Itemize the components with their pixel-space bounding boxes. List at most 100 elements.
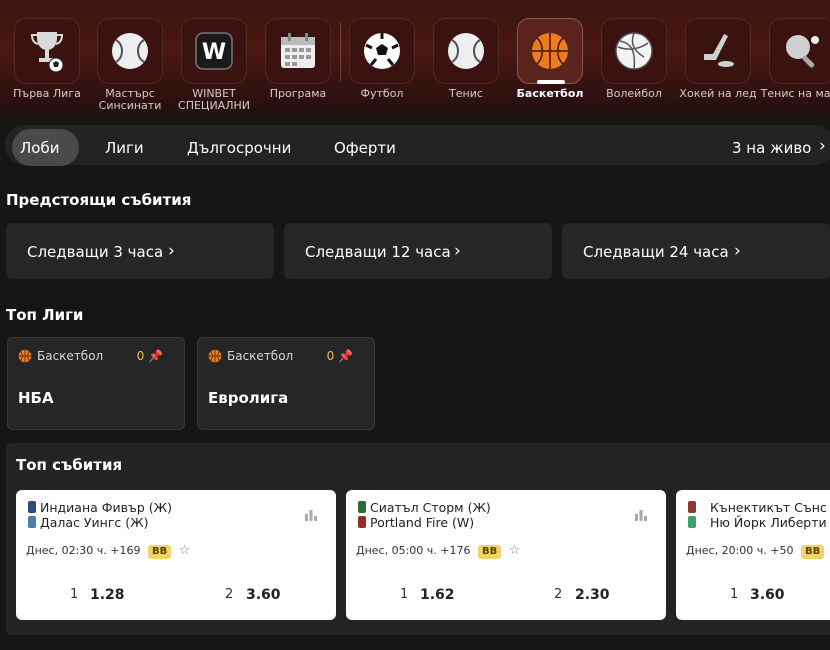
league-name: НБА: [18, 389, 54, 407]
calendar-icon: [281, 33, 315, 68]
sport-label: Мастърс Синсинати: [98, 87, 162, 112]
sport-tile-schedule[interactable]: [265, 18, 331, 84]
event-time: Днес, 05:00 ч.: [356, 544, 437, 557]
basketball-icon: [208, 349, 222, 363]
sport-label: Баскетбол: [516, 87, 584, 100]
tennis-ball-icon: [448, 33, 484, 69]
selection-label: 2: [554, 587, 563, 602]
tab-live[interactable]: 3 на живо: [732, 139, 811, 157]
sport-tile-table-tennis[interactable]: [769, 18, 830, 84]
table-tennis-icon: [786, 35, 819, 68]
chevron-right-icon[interactable]: ›: [819, 136, 826, 156]
top-events-title: Топ събития: [16, 456, 123, 474]
league-sport: Баскетбол: [227, 349, 294, 363]
basketball-icon: [18, 349, 32, 363]
team-jersey-icon: [28, 501, 36, 513]
star-icon[interactable]: ☆: [179, 543, 191, 558]
upcoming-label: Следващи 3 часа: [27, 243, 164, 261]
team-jersey-icon: [688, 516, 696, 528]
team-away: Ню Йорк Либерти: [710, 515, 827, 530]
tab-leagues[interactable]: Лиги: [105, 139, 144, 157]
event-meta: Днес, 02:30 ч. +169 BB ☆: [26, 543, 190, 559]
sport-tile-ice-hockey[interactable]: [685, 18, 751, 84]
event-card[interactable]: Кънектикът Сънс Ню Йорк Либерти Днес, 20…: [676, 490, 830, 620]
sports-divider: [340, 22, 341, 82]
tennis-ball-icon: [112, 33, 148, 69]
team-home: Кънектикът Сънс: [710, 500, 827, 515]
sport-label: Първа Лига: [13, 87, 81, 100]
team-away: Далас Уингс (Ж): [40, 515, 149, 530]
odd-button-away[interactable]: 2.30: [575, 587, 610, 603]
tab-lobby[interactable]: Лоби: [20, 139, 59, 157]
navigation-tabs: Лоби Лиги Дългосрочни Оферти 3 на живо ›: [0, 122, 830, 170]
team-jersey-icon: [688, 501, 696, 513]
chevron-right-icon: ›: [454, 241, 461, 261]
event-meta: Днес, 05:00 ч. +176 BB ☆: [356, 543, 520, 559]
team-jersey-icon: [28, 516, 36, 528]
league-sport: Баскетбол: [37, 349, 104, 363]
event-time: Днес, 20:00 ч.: [686, 544, 767, 557]
sport-tile-football[interactable]: [349, 18, 415, 84]
upcoming-title: Предстоящи събития: [6, 191, 192, 209]
stats-icon[interactable]: [634, 508, 648, 522]
trophy-icon: [30, 32, 64, 73]
sport-label: Програма: [269, 87, 327, 100]
sport-tile-winbet-specials[interactable]: W: [181, 18, 247, 84]
sport-label: Хокей на лед: [679, 87, 757, 100]
sport-label: WINBET СПЕЦИАЛНИ: [178, 87, 250, 112]
pin-icon[interactable]: 📌: [338, 349, 353, 363]
odd-button-home[interactable]: 1.62: [420, 587, 455, 603]
league-card-nba[interactable]: Баскетбол 0 📌 НБА: [7, 337, 185, 430]
bet-builder-badge: BB: [478, 545, 502, 559]
league-count: 0 📌: [136, 349, 163, 363]
sport-label: Тенис на маса: [760, 87, 830, 100]
hockey-icon: [704, 34, 734, 67]
tab-offers[interactable]: Оферти: [334, 139, 396, 157]
selection-label: 1: [70, 587, 79, 602]
odd-button-away[interactable]: 3.60: [246, 587, 281, 603]
svg-text:W: W: [202, 40, 226, 65]
pin-icon[interactable]: 📌: [148, 349, 163, 363]
event-card[interactable]: Индиана Фивър (Ж) Далас Уингс (Ж) Днес, …: [16, 490, 336, 620]
upcoming-next-3h[interactable]: Следващи 3 часа ›: [6, 223, 274, 279]
league-name: Евролига: [208, 389, 289, 407]
odd-button-home[interactable]: 3.60: [750, 587, 785, 603]
upcoming-next-12h[interactable]: Следващи 12 часа ›: [284, 223, 552, 279]
star-icon[interactable]: ☆: [509, 543, 521, 558]
sport-tile-tennis[interactable]: [433, 18, 499, 84]
team-away: Portland Fire (W): [370, 515, 475, 530]
event-time: Днес, 02:30 ч.: [26, 544, 107, 557]
team-jersey-icon: [358, 516, 366, 528]
winbet-w-icon: W: [195, 32, 233, 70]
selection-label: 1: [730, 587, 739, 602]
upcoming-label: Следващи 12 часа: [305, 243, 451, 261]
sport-tile-basketball[interactable]: [517, 18, 583, 84]
chevron-right-icon: ›: [734, 241, 741, 261]
sport-tile-masters-cincinnati[interactable]: [97, 18, 163, 84]
active-sport-underline: [537, 80, 565, 84]
event-markets[interactable]: +50: [770, 544, 793, 557]
sport-tile-first-league[interactable]: [14, 18, 80, 84]
soccer-ball-icon: [364, 33, 400, 69]
event-markets[interactable]: +176: [440, 544, 470, 557]
league-count: 0 📌: [326, 349, 353, 363]
selection-label: 1: [400, 587, 409, 602]
volleyball-icon: [615, 32, 653, 70]
sport-label: Футбол: [360, 87, 404, 100]
selection-label: 2: [225, 587, 234, 602]
upcoming-next-24h[interactable]: Следващи 24 часа ›: [562, 223, 830, 279]
sport-tile-volleyball[interactable]: [601, 18, 667, 84]
stats-icon[interactable]: [304, 508, 318, 522]
sport-label: Волейбол: [606, 87, 662, 100]
odd-button-home[interactable]: 1.28: [90, 587, 125, 603]
event-markets[interactable]: +169: [110, 544, 140, 557]
chevron-right-icon: ›: [168, 241, 175, 261]
tab-long-term[interactable]: Дългосрочни: [187, 139, 291, 157]
team-home: Сиатъл Сторм (Ж): [370, 500, 491, 515]
sport-label: Тенис: [449, 87, 483, 100]
event-card[interactable]: Сиатъл Сторм (Ж) Portland Fire (W) Днес,…: [346, 490, 666, 620]
league-card-euroleague[interactable]: Баскетбол 0 📌 Евролига: [197, 337, 375, 430]
upcoming-label: Следващи 24 часа: [583, 243, 729, 261]
team-home: Индиана Фивър (Ж): [40, 500, 172, 515]
top-leagues-title: Топ Лиги: [6, 306, 84, 324]
